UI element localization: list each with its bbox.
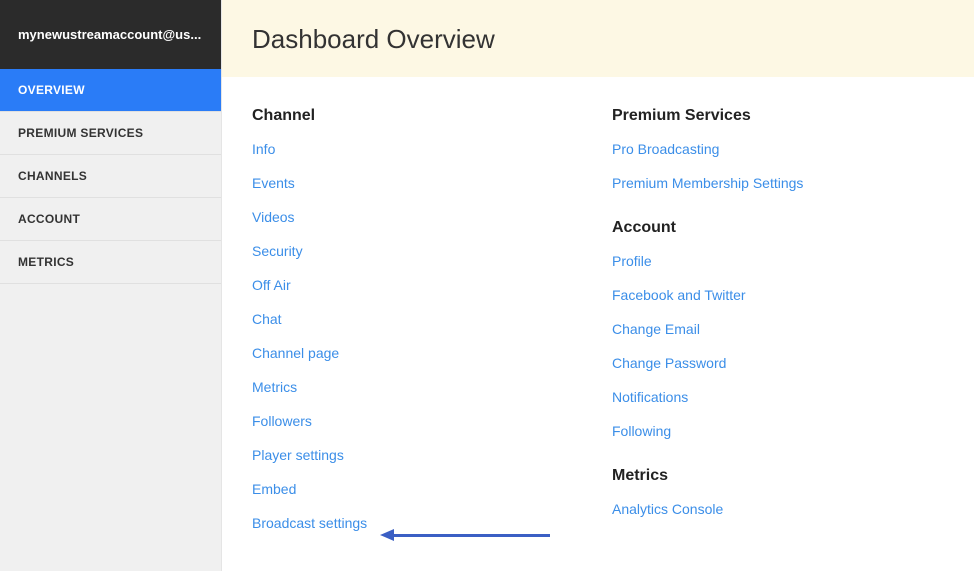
link-metrics[interactable]: Metrics — [252, 379, 552, 395]
section-account: Account Profile Facebook and Twitter Cha… — [612, 219, 932, 439]
sidebar-item-label: CHANNELS — [18, 169, 87, 183]
link-channel-page[interactable]: Channel page — [252, 345, 552, 361]
sidebar-item-label: METRICS — [18, 255, 74, 269]
link-security[interactable]: Security — [252, 243, 552, 259]
sidebar-item-metrics[interactable]: METRICS — [0, 241, 221, 284]
link-facebook-twitter[interactable]: Facebook and Twitter — [612, 287, 932, 303]
link-premium-membership-settings[interactable]: Premium Membership Settings — [612, 175, 932, 191]
link-pro-broadcasting[interactable]: Pro Broadcasting — [612, 141, 932, 157]
link-following[interactable]: Following — [612, 423, 932, 439]
section-premium-services: Premium Services Pro Broadcasting Premiu… — [612, 107, 932, 191]
sidebar: mynewustreamaccount@us... OVERVIEW PREMI… — [0, 0, 222, 571]
link-followers[interactable]: Followers — [252, 413, 552, 429]
link-change-password[interactable]: Change Password — [612, 355, 932, 371]
sidebar-account[interactable]: mynewustreamaccount@us... — [0, 0, 221, 69]
link-list-metrics: Analytics Console — [612, 501, 932, 517]
link-list-premium: Pro Broadcasting Premium Membership Sett… — [612, 141, 932, 191]
page-title: Dashboard Overview — [252, 24, 944, 55]
column-left: Channel Info Events Videos Security Off … — [252, 107, 552, 559]
link-chat[interactable]: Chat — [252, 311, 552, 327]
sidebar-item-label: ACCOUNT — [18, 212, 80, 226]
sidebar-nav: OVERVIEW PREMIUM SERVICES CHANNELS ACCOU… — [0, 69, 221, 284]
page-header: Dashboard Overview — [222, 0, 974, 77]
link-videos[interactable]: Videos — [252, 209, 552, 225]
content: Channel Info Events Videos Security Off … — [222, 77, 974, 559]
section-heading-metrics: Metrics — [612, 467, 932, 485]
link-profile[interactable]: Profile — [612, 253, 932, 269]
link-notifications[interactable]: Notifications — [612, 389, 932, 405]
main: Dashboard Overview Channel Info Events V… — [222, 0, 974, 571]
sidebar-item-label: PREMIUM SERVICES — [18, 126, 143, 140]
section-metrics: Metrics Analytics Console — [612, 467, 932, 517]
section-heading-premium: Premium Services — [612, 107, 932, 125]
column-right: Premium Services Pro Broadcasting Premiu… — [612, 107, 932, 559]
account-label: mynewustreamaccount@us... — [18, 27, 201, 42]
link-player-settings[interactable]: Player settings — [252, 447, 552, 463]
sidebar-item-label: OVERVIEW — [18, 83, 85, 97]
link-off-air[interactable]: Off Air — [252, 277, 552, 293]
link-change-email[interactable]: Change Email — [612, 321, 932, 337]
link-analytics-console[interactable]: Analytics Console — [612, 501, 932, 517]
link-list-channel: Info Events Videos Security Off Air Chat… — [252, 141, 552, 531]
section-channel: Channel Info Events Videos Security Off … — [252, 107, 552, 531]
sidebar-item-overview[interactable]: OVERVIEW — [0, 69, 221, 112]
link-embed[interactable]: Embed — [252, 481, 552, 497]
link-broadcast-settings[interactable]: Broadcast settings — [252, 515, 552, 531]
section-heading-channel: Channel — [252, 107, 552, 125]
section-heading-account: Account — [612, 219, 932, 237]
link-events[interactable]: Events — [252, 175, 552, 191]
sidebar-item-premium-services[interactable]: PREMIUM SERVICES — [0, 112, 221, 155]
link-list-account: Profile Facebook and Twitter Change Emai… — [612, 253, 932, 439]
link-info[interactable]: Info — [252, 141, 552, 157]
sidebar-item-channels[interactable]: CHANNELS — [0, 155, 221, 198]
sidebar-item-account[interactable]: ACCOUNT — [0, 198, 221, 241]
